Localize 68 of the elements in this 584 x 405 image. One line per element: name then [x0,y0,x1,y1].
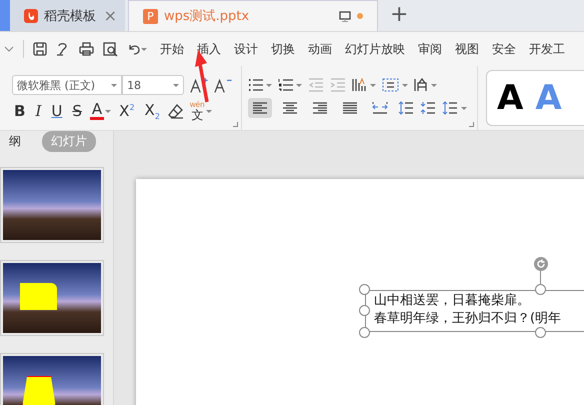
increase-font-size-icon[interactable] [190,76,208,94]
increase-indent-icon [330,78,346,92]
spacing-options-icon[interactable] [442,101,468,115]
align-center-icon [282,101,298,115]
align-right-icon [312,101,328,115]
print-preview-icon[interactable] [103,42,118,56]
columns-icon[interactable] [414,78,438,92]
sidebar-strip [0,0,10,31]
text-line: 春草明年绿，王孙归不归？(明年 [374,310,562,328]
printer-icon[interactable] [79,42,94,56]
distribute-icon [372,101,388,115]
unsaved-dot [357,13,363,19]
resize-handle[interactable] [359,284,370,295]
menu-tab[interactable]: 切换 [271,40,295,58]
bulleted-list-icon[interactable] [248,78,272,92]
decrease-indent-icon [308,78,324,92]
rotate-handle-icon[interactable] [534,257,548,271]
new-tab-button[interactable]: + [378,0,420,31]
align-left-button[interactable] [248,98,272,118]
flame-logo-icon [24,8,38,22]
resize-handle[interactable] [535,284,546,295]
undo-icon[interactable] [127,42,147,56]
justify-icon [342,101,358,115]
eraser-icon[interactable] [168,103,184,119]
menu-tab[interactable]: 设计 [234,40,258,58]
text-direction-icon[interactable] [352,78,376,92]
numbered-list-icon[interactable] [278,78,302,92]
font-name-dropdown[interactable]: 微软雅黑 (正文) [12,75,122,95]
text-style-option[interactable]: A [497,78,524,118]
align-left-icon [252,101,268,115]
resize-handle[interactable] [535,327,546,338]
rounded-rectangle-shape [20,283,57,310]
caret-down-icon [172,84,179,86]
resize-handle[interactable] [359,305,370,316]
superscript-button[interactable]: X$^{2}$ [117,102,137,120]
rotate-handle-connector [540,271,541,284]
subscript-button[interactable]: X$_{2}$ [142,101,162,121]
font-size-dropdown[interactable]: 18 [122,75,184,95]
caret-down-icon [105,110,112,112]
menu-tab[interactable]: 开发工 [529,40,565,58]
align-text-icon[interactable] [382,78,408,92]
chevron-down-icon[interactable] [4,46,14,52]
monitor-icon [339,10,351,22]
dialog-launcher-icon[interactable] [469,122,474,127]
save-icon[interactable] [33,42,47,56]
resize-handle[interactable] [359,327,370,338]
paragraph-spacing-icon[interactable] [420,101,436,115]
font-color-button[interactable]: A [90,102,104,120]
phonetic-guide-button[interactable]: wén 文 [190,101,205,121]
menu-tab[interactable]: 审阅 [418,40,442,58]
text-line: 山中相送罢，日暮掩柴扉。 [374,292,531,310]
dialog-launcher-icon[interactable] [233,122,238,127]
menu-tab[interactable]: 动画 [308,40,332,58]
strikethrough-button[interactable]: S [70,102,84,120]
line-spacing-icon[interactable] [398,101,414,115]
menu-tab[interactable]: 幻灯片放映 [345,40,405,58]
document-tab[interactable]: 稻壳模板 × [10,0,125,31]
menu-tab[interactable]: 安全 [492,40,516,58]
decrease-font-size-icon[interactable] [214,76,233,94]
underline-button[interactable]: U [49,102,64,120]
menu-tab[interactable]: 视图 [455,40,479,58]
menu-tab[interactable]: 开始 [160,40,184,58]
pane-tab[interactable]: 纲 [0,131,30,152]
bold-button[interactable]: B [12,102,28,120]
caret-down-icon [111,84,118,86]
presentation-logo-icon: P [143,8,158,24]
italic-button[interactable]: I [33,102,44,120]
caret-down-icon [206,110,212,112]
